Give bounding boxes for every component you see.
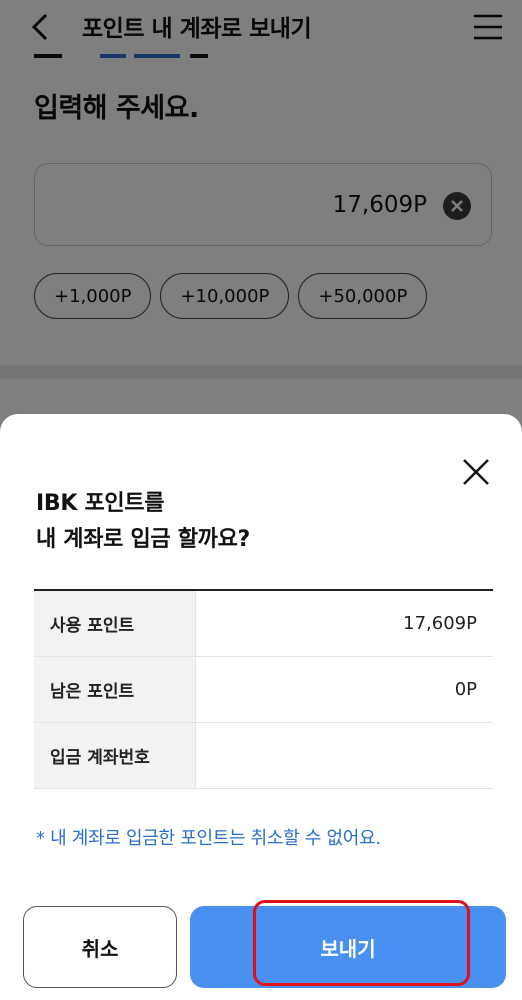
table-row: 입금 계좌번호 [34,723,493,789]
sheet-title-line2: 내 계좌로 입금 할까요? [36,527,251,552]
row-label: 남은 포인트 [34,657,196,722]
table-row: 남은 포인트 0P [34,657,493,723]
table-row: 사용 포인트 17,609P [34,591,493,657]
sheet-title-line1: IBK 포인트를 [36,491,165,516]
close-button[interactable] [456,452,496,492]
used-points-value: 17,609P [403,613,477,634]
cancel-notice: * 내 계좌로 입금한 포인트는 취소할 수 없어요. [36,828,381,849]
send-button[interactable]: 보내기 [190,906,506,988]
points-summary-table: 사용 포인트 17,609P 남은 포인트 0P 입금 계좌번호 [34,589,493,789]
cancel-button[interactable]: 취소 [23,906,177,988]
close-icon [463,459,489,485]
remaining-points-value: 0P [454,679,477,700]
sheet-title: IBK 포인트를 내 계좌로 입금 할까요? [36,486,250,558]
row-label: 사용 포인트 [34,591,196,656]
confirm-bottom-sheet: IBK 포인트를 내 계좌로 입금 할까요? 사용 포인트 17,609P 남은… [0,414,522,1000]
row-label: 입금 계좌번호 [34,723,196,788]
account-number-value [196,723,493,788]
